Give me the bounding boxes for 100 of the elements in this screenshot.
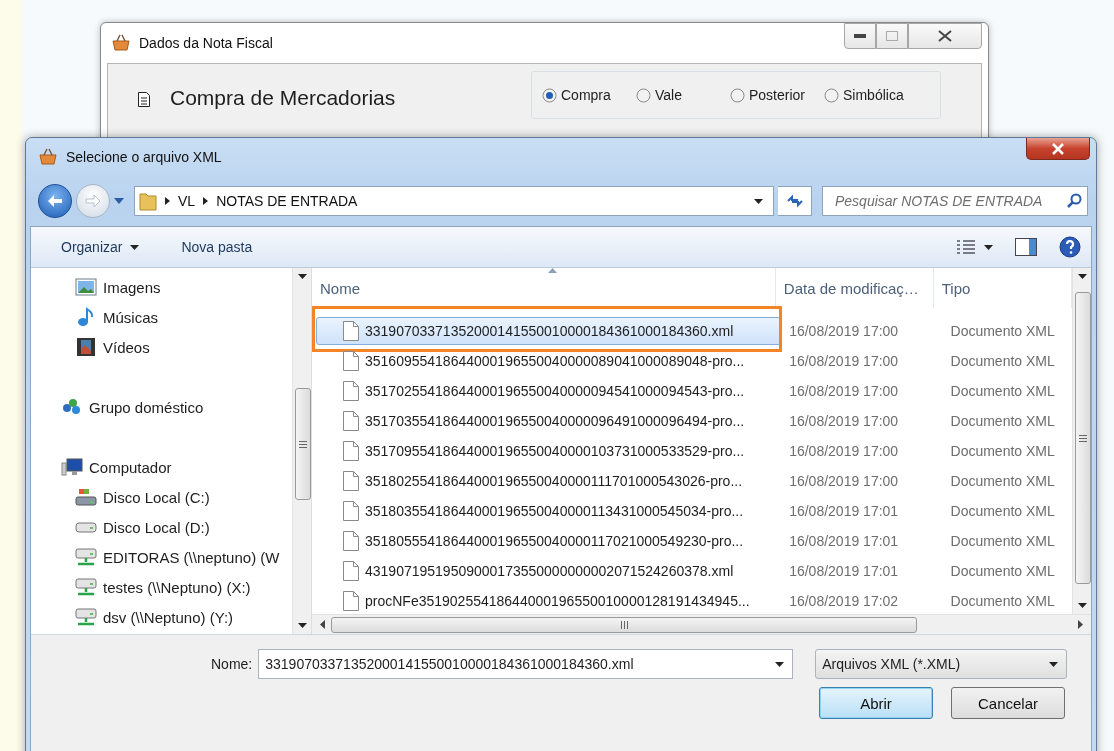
date-cell-text: 16/08/2019 17:00: [788, 383, 900, 399]
file-type-dropdown[interactable]: Arquivos XML (*.XML): [815, 649, 1068, 679]
radio-icon[interactable]: [542, 87, 557, 103]
type-cell-text: Documento XML: [949, 503, 1056, 519]
date-cell-text: 16/08/2019 17:00: [788, 413, 900, 429]
document-icon: [343, 381, 359, 401]
type-cell-text: Documento XML: [949, 473, 1056, 489]
type-cell-text: Documento XML: [949, 353, 1056, 369]
caret-icon: [1049, 661, 1059, 667]
date-cell-text: 16/08/2019 17:02: [788, 593, 900, 609]
landscape-icon: [75, 277, 97, 297]
date-cell-text: 16/08/2019 17:01: [788, 533, 900, 549]
nav-item[interactable]: Imagens: [31, 272, 292, 302]
document-icon: [343, 531, 359, 551]
network-drive-icon: [75, 607, 97, 627]
scrollbar[interactable]: [1072, 268, 1091, 614]
breadcrumb[interactable]: NOTAS DE ENTRADA: [216, 193, 358, 209]
search-icon: [1067, 193, 1083, 209]
scroll-left-icon: [320, 620, 325, 629]
document-icon: [343, 351, 359, 371]
file-name[interactable]: 35160955418644000196550040000089041000089048-pro...: [316, 347, 782, 375]
back-button[interactable]: [38, 184, 72, 218]
folder-icon: [139, 191, 157, 211]
horizontal-scrollbar[interactable]: [312, 614, 1091, 634]
type-cell-text: Documento XML: [949, 383, 1056, 399]
open-button[interactable]: Abrir: [819, 687, 933, 719]
radio-icon[interactable]: [730, 87, 745, 103]
toolbar-button[interactable]: Nova pasta: [175, 235, 259, 259]
network-drive-icon: [75, 547, 97, 567]
minimize-icon: [854, 34, 866, 38]
caret-icon[interactable]: [114, 198, 124, 204]
file-name[interactable]: procNFe35190255418644000196550010000128191434945...: [316, 587, 782, 614]
refresh-icon: [785, 193, 804, 209]
radio-option[interactable]: Posterior: [730, 87, 806, 103]
file-name[interactable]: 35170255418644000196550040000094541000094543-pro...: [316, 377, 782, 405]
address-bar[interactable]: VL NOTAS DE ENTRADA: [134, 186, 774, 216]
radio-option[interactable]: Compra: [542, 87, 618, 103]
nav-item[interactable]: testes (\\Neptuno) (X:): [31, 572, 292, 602]
document-icon: [343, 321, 359, 341]
nav-item[interactable]: Computador: [31, 452, 292, 482]
column-header[interactable]: Data de modificaç…: [775, 268, 934, 308]
document-icon: [138, 92, 150, 107]
type-cell-text: Documento XML: [949, 593, 1056, 609]
window-title: Dados da Nota Fiscal: [139, 35, 273, 51]
caret-icon: [130, 244, 140, 250]
type-cell-text: Documento XML: [949, 443, 1056, 459]
file-name[interactable]: 35180355418644000196550040000113431000545034-pro...: [316, 497, 782, 525]
file-name[interactable]: 35180255418644000196550040000111701000543026-pro...: [316, 467, 782, 495]
radio-option[interactable]: Vale: [636, 87, 712, 103]
form-heading: Compra de Mercadorias: [170, 86, 396, 110]
computer-icon: [61, 457, 83, 477]
document-icon: [343, 501, 359, 521]
maximize-icon: [886, 31, 898, 41]
scroll-up-icon: [297, 274, 307, 279]
document-icon: [343, 561, 359, 581]
radio-icon[interactable]: [824, 87, 839, 103]
help-icon[interactable]: [1059, 236, 1081, 258]
nav-item[interactable]: Disco Local (D:): [31, 512, 292, 542]
search-field[interactable]: Pesquisar NOTAS DE ENTRADA: [822, 186, 1088, 216]
basket-icon: [38, 148, 58, 166]
refresh-button[interactable]: [778, 186, 812, 216]
nav-item[interactable]: EDITORAS (\\neptuno) (W: [31, 542, 292, 572]
nav-item[interactable]: Músicas: [31, 302, 292, 332]
chevron-icon: [165, 197, 170, 205]
column-header[interactable]: Nome: [312, 268, 776, 308]
dialog-title: Selecione o arquivo XML: [66, 149, 222, 165]
list-view-icon[interactable]: [956, 239, 976, 255]
scrollbar[interactable]: [292, 268, 311, 634]
file-name[interactable]: 33190703371352000141550010000184361000184360.xml: [316, 317, 782, 345]
preview-pane-icon[interactable]: [1015, 238, 1037, 256]
breadcrumb[interactable]: VL: [178, 193, 196, 209]
file-name[interactable]: 35170355418644000196550040000096491000096494-pro...: [316, 407, 782, 435]
close-button[interactable]: [908, 23, 982, 49]
close-button[interactable]: [1026, 138, 1090, 160]
date-cell-text: 16/08/2019 17:01: [788, 563, 900, 579]
minimize-button[interactable]: [844, 23, 876, 49]
file-name[interactable]: 43190719519509000173550000000002071524260378.xml: [316, 557, 782, 585]
grip-icon: [620, 620, 628, 629]
sort-arrow-icon[interactable]: [548, 268, 557, 273]
cancel-button[interactable]: Cancelar: [951, 687, 1065, 719]
close-icon: [1051, 142, 1065, 155]
caret-icon: [775, 661, 785, 667]
film-icon: [75, 337, 97, 357]
nav-item[interactable]: dsv (\\Neptuno) (Y:): [31, 602, 292, 632]
scroll-right-icon: [1078, 620, 1083, 629]
nav-item[interactable]: Grupo doméstico: [31, 392, 292, 422]
file-name[interactable]: 35180555418644000196550040000117021000549230-pro...: [316, 527, 782, 555]
document-icon: [343, 471, 359, 491]
document-icon: [343, 441, 359, 461]
menu-button[interactable]: Organizar: [55, 235, 146, 259]
radio-option[interactable]: Simbólica: [824, 87, 904, 103]
scroll-down-icon: [1077, 603, 1087, 608]
document-icon: [343, 411, 359, 431]
nav-item[interactable]: Disco Local (C:): [31, 482, 292, 512]
file-name[interactable]: 35170955418644000196550040000103731000533529-pro...: [316, 437, 782, 465]
file-name-field[interactable]: 33190703371352000141550010000184361000184360.xml: [258, 649, 794, 679]
drive-icon: [75, 487, 97, 507]
nav-item[interactable]: Vídeos: [31, 332, 292, 362]
date-cell-text: 16/08/2019 17:00: [788, 323, 900, 339]
radio-icon[interactable]: [636, 87, 651, 103]
